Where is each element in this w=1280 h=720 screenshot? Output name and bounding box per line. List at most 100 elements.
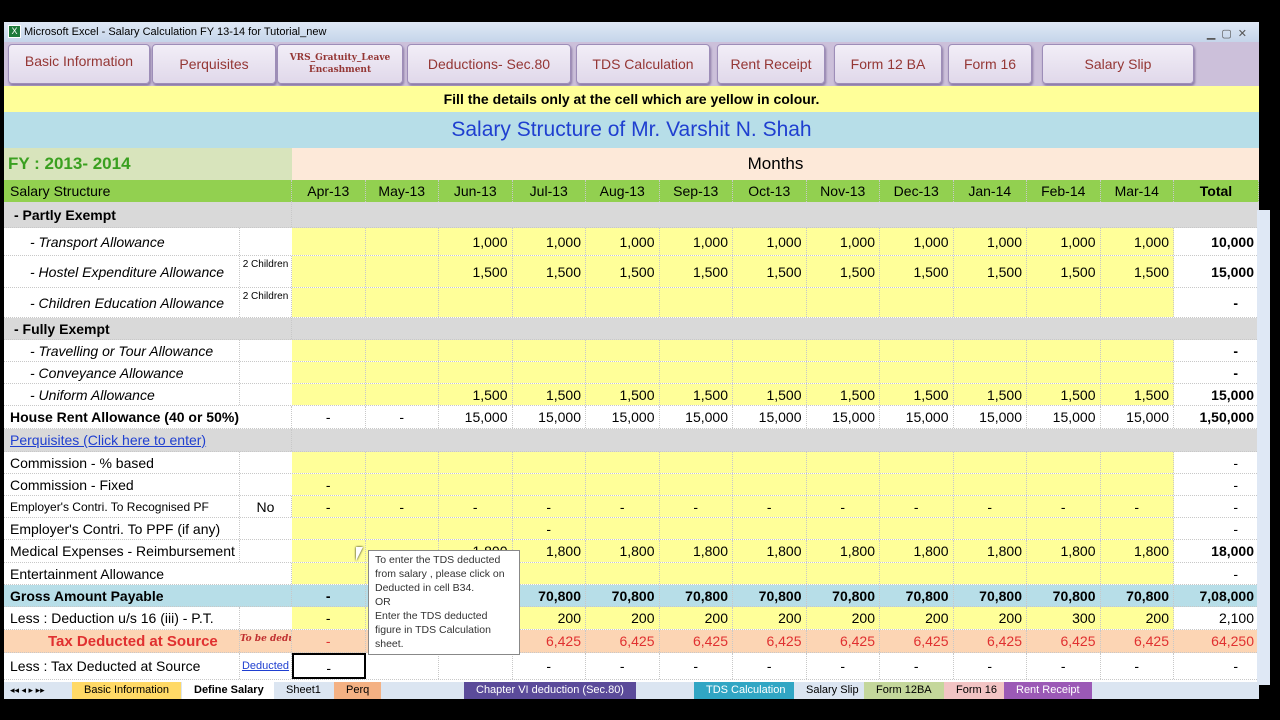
month-cell[interactable]: 1,500 [1100,256,1174,287]
month-cell[interactable]: - [880,653,954,679]
month-cell[interactable]: 70,800 [513,585,586,606]
month-cell[interactable] [806,362,880,383]
month-cell[interactable]: 1,500 [439,384,513,405]
vertical-scrollbar[interactable] [1257,210,1270,685]
month-cell[interactable]: 70,800 [733,585,807,606]
total-cell[interactable]: - [1174,496,1259,517]
month-cell[interactable]: - [660,653,733,679]
month-cell[interactable]: 1,000 [512,228,586,255]
month-cell[interactable]: 200 [512,607,586,629]
month-cell[interactable]: 1,800 [1100,540,1174,562]
month-cell[interactable]: 6,425 [880,630,954,652]
month-cell[interactable] [733,362,807,383]
month-cell[interactable]: 70,800 [807,585,880,606]
month-cell[interactable] [292,228,366,255]
month-cell[interactable]: 1,800 [953,540,1027,562]
month-cell[interactable]: 70,800 [1101,585,1174,606]
month-cell[interactable]: - [292,585,366,606]
month-cell[interactable] [365,384,439,405]
month-cell[interactable]: - [953,496,1027,517]
month-cell[interactable]: 1,000 [733,228,807,255]
month-cell[interactable] [366,653,439,679]
month-cell[interactable] [512,563,586,584]
nav-button-deductions-sec-80[interactable]: Deductions- Sec.80 [407,44,571,84]
month-cell[interactable] [1027,340,1101,361]
total-cell[interactable]: - [1174,563,1259,584]
month-cell[interactable]: 15,000 [733,406,807,428]
month-cell[interactable]: 1,800 [659,540,733,562]
month-cell[interactable] [880,340,954,361]
nav-button-form-12-ba[interactable]: Form 12 BA [834,44,942,84]
month-cell[interactable] [1100,340,1174,361]
month-cell[interactable] [806,288,880,317]
month-cell[interactable]: - [733,653,807,679]
tab-scroll-arrows[interactable]: ◂◂ ◂ ▸ ▸▸ [6,682,49,699]
month-cell[interactable]: - [292,406,366,428]
sheet-tab[interactable]: Rent Receipt [1004,682,1092,699]
month-cell[interactable] [365,256,439,287]
month-cell[interactable]: 1,500 [880,256,954,287]
month-cell[interactable]: 200 [659,607,733,629]
month-cell[interactable] [880,288,954,317]
month-cell[interactable] [953,518,1027,539]
month-cell[interactable]: - [586,496,660,517]
month-cell[interactable] [292,540,366,562]
month-cell[interactable]: 6,425 [954,630,1027,652]
row-label[interactable]: Perquisites (Click here to enter) [4,429,292,451]
month-cell[interactable]: 70,800 [880,585,954,606]
month-cell[interactable]: 15,000 [660,406,733,428]
month-cell[interactable] [880,518,954,539]
month-cell[interactable]: 15,000 [1027,406,1101,428]
total-cell[interactable]: - [1174,288,1259,317]
month-cell[interactable] [439,474,513,495]
month-cell[interactable]: 1,500 [659,384,733,405]
month-cell[interactable]: - [292,474,366,495]
month-cell[interactable] [1100,518,1174,539]
month-cell[interactable]: - [292,653,366,679]
month-cell[interactable]: - [659,496,733,517]
month-cell[interactable]: 70,800 [1027,585,1101,606]
month-cell[interactable]: - [880,496,954,517]
month-cell[interactable]: 1,000 [439,228,513,255]
month-cell[interactable] [1100,288,1174,317]
month-cell[interactable]: 1,000 [1027,228,1101,255]
total-cell[interactable]: - [1174,340,1259,361]
month-cell[interactable]: 1,800 [806,540,880,562]
row-side-note[interactable]: Deducted [240,653,292,679]
month-cell[interactable]: 1,500 [439,256,513,287]
month-cell[interactable] [733,288,807,317]
total-cell[interactable]: - [1174,518,1259,539]
month-cell[interactable] [953,452,1027,473]
nav-button-salary-slip[interactable]: Salary Slip [1042,44,1194,84]
month-cell[interactable]: 6,425 [513,630,586,652]
month-cell[interactable]: 1,500 [1100,384,1174,405]
month-cell[interactable] [733,474,807,495]
month-cell[interactable]: 1,500 [512,384,586,405]
total-cell[interactable]: 64,250 [1174,630,1259,652]
month-cell[interactable]: - [1101,653,1174,679]
month-cell[interactable] [512,288,586,317]
month-cell[interactable] [586,452,660,473]
sheet-tab[interactable]: Perq [334,682,382,699]
total-cell[interactable]: 15,000 [1174,384,1259,405]
month-cell[interactable]: 6,425 [586,630,660,652]
month-cell[interactable]: 200 [586,607,660,629]
total-cell[interactable]: - [1174,474,1259,495]
month-cell[interactable]: 1,800 [880,540,954,562]
nav-button-tds-calculation[interactable]: TDS Calculation [576,44,710,84]
month-cell[interactable] [880,452,954,473]
month-cell[interactable]: 1,500 [953,256,1027,287]
month-cell[interactable] [586,288,660,317]
month-cell[interactable]: 15,000 [513,406,586,428]
sheet-tab[interactable]: Basic Information [72,682,181,699]
month-cell[interactable] [1100,362,1174,383]
month-cell[interactable] [953,474,1027,495]
total-cell[interactable]: 18,000 [1174,540,1259,562]
month-cell[interactable]: 1,500 [586,384,660,405]
month-cell[interactable]: 15,000 [807,406,880,428]
nav-button-basic-information[interactable]: Basic Information [8,44,150,84]
month-cell[interactable]: 15,000 [439,406,513,428]
month-cell[interactable] [512,362,586,383]
month-cell[interactable]: 70,800 [660,585,733,606]
month-cell[interactable] [733,340,807,361]
